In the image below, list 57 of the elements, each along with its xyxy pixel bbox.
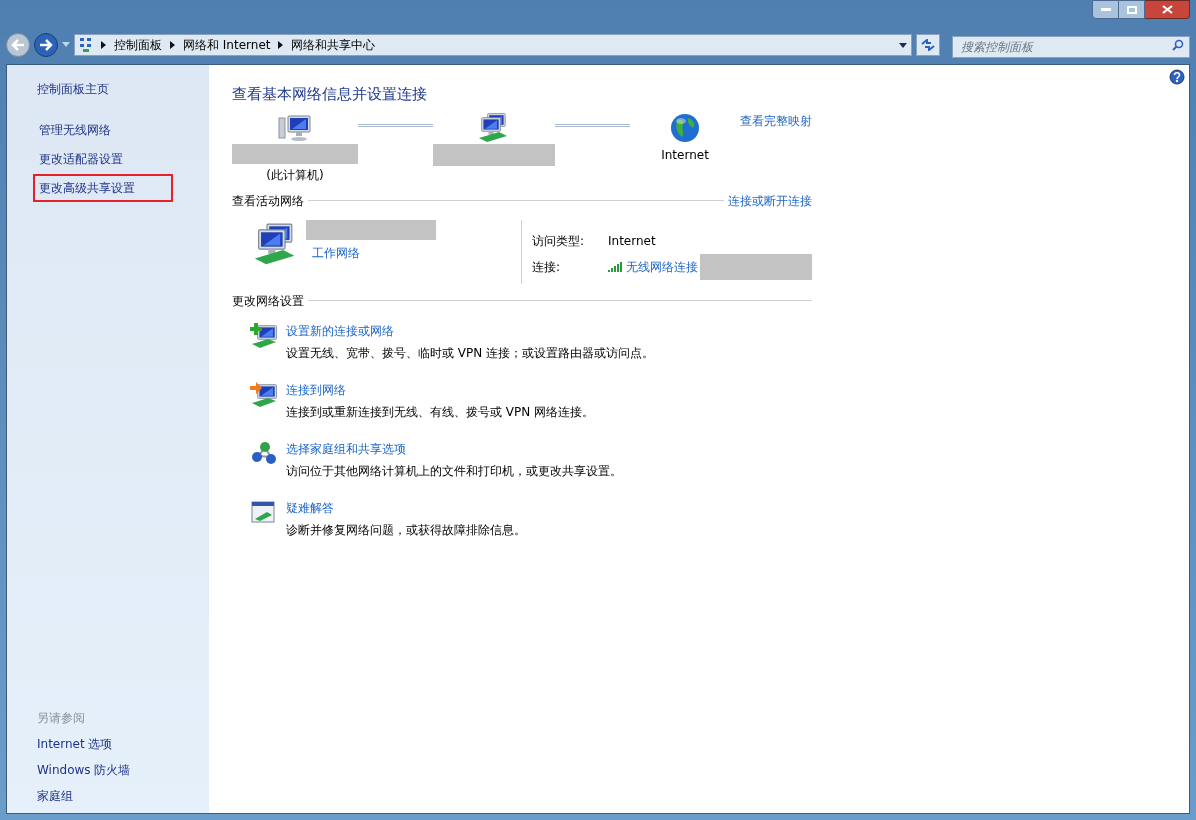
breadcrumb-arrow-icon[interactable] bbox=[170, 41, 175, 49]
dropdown-caret-icon[interactable] bbox=[899, 42, 907, 48]
globe-icon bbox=[669, 111, 702, 144]
breadcrumb-arrow-icon[interactable] bbox=[101, 41, 106, 49]
help-icon[interactable] bbox=[1169, 69, 1185, 85]
task-link[interactable]: 设置新的连接或网络 bbox=[286, 321, 655, 340]
task-description: 连接到或重新连接到无线、有线、拨号或 VPN 网络连接。 bbox=[286, 403, 595, 421]
see-also-link[interactable]: Windows 防火墙 bbox=[37, 761, 209, 779]
sidebar-link[interactable]: 更改适配器设置 bbox=[33, 145, 173, 173]
breadcrumb-item[interactable]: 网络和共享中心 bbox=[291, 36, 376, 54]
see-also-link[interactable]: 家庭组 bbox=[37, 787, 209, 805]
property-value: Internet bbox=[608, 232, 656, 250]
maximize-icon bbox=[1126, 5, 1137, 14]
refresh-button[interactable] bbox=[916, 34, 940, 56]
connect-network-icon bbox=[250, 380, 278, 409]
back-arrow-icon bbox=[11, 39, 25, 51]
task-link[interactable]: 连接到网络 bbox=[286, 380, 595, 399]
search-field[interactable]: 搜索控制面板 bbox=[952, 36, 1190, 58]
back-button[interactable] bbox=[6, 33, 30, 57]
refresh-arrows-icon bbox=[921, 39, 935, 51]
see-also-link[interactable]: Internet 选项 bbox=[37, 735, 209, 753]
minimize-button[interactable] bbox=[1092, 0, 1119, 19]
breadcrumb-arrow-icon[interactable] bbox=[278, 41, 284, 49]
node-caption: Internet bbox=[661, 146, 709, 164]
network-type-link[interactable]: 工作网络 bbox=[312, 243, 436, 262]
section-heading: 更改网络设置 bbox=[232, 292, 304, 310]
close-button[interactable] bbox=[1145, 0, 1190, 19]
close-icon bbox=[1161, 5, 1173, 14]
breadcrumb-item[interactable]: 网络和 Internet bbox=[183, 36, 271, 54]
breadcrumb-item[interactable]: 控制面板 bbox=[114, 36, 162, 54]
sidebar-link[interactable]: 控制面板主页 bbox=[37, 77, 209, 101]
forward-button[interactable] bbox=[34, 33, 58, 57]
task-link[interactable]: 选择家庭组和共享选项 bbox=[286, 439, 622, 458]
forward-arrow-icon bbox=[39, 39, 53, 51]
see-also-heading: 另请参阅 bbox=[37, 710, 86, 727]
task-link[interactable]: 疑难解答 bbox=[286, 498, 526, 517]
maximize-button[interactable] bbox=[1119, 0, 1145, 19]
address-bar[interactable]: 控制面板 网络和 Internet 网络和共享中心 bbox=[74, 34, 912, 56]
sidebar-link[interactable]: 更改高级共享设置 bbox=[33, 174, 173, 202]
sidebar-link[interactable]: 管理无线网络 bbox=[33, 116, 173, 144]
task-description: 设置无线、宽带、拨号、临时或 VPN 连接；或设置路由器或访问点。 bbox=[286, 344, 655, 362]
task-description: 诊断并修复网络问题，或获得故障排除信息。 bbox=[286, 521, 526, 539]
history-dropdown-icon[interactable] bbox=[62, 42, 70, 48]
full-map-link[interactable]: 查看完整映射 bbox=[740, 111, 812, 130]
add-network-icon bbox=[250, 321, 278, 350]
section-heading: 查看活动网络 bbox=[232, 192, 304, 210]
property-label: 访问类型: bbox=[532, 232, 586, 250]
section-link[interactable]: 连接或断开连接 bbox=[728, 191, 812, 210]
control-panel-icon bbox=[79, 37, 93, 53]
search-icon bbox=[1172, 39, 1184, 51]
task-description: 访问位于其他网络计算机上的文件和打印机，或更改共享设置。 bbox=[286, 462, 622, 480]
node-caption: (此计算机) bbox=[266, 166, 324, 184]
minimize-icon bbox=[1100, 7, 1111, 12]
signal-bars-icon bbox=[608, 261, 622, 272]
page-title: 查看基本网络信息并设置连接 bbox=[232, 84, 428, 105]
connection-link[interactable]: 无线网络连接 bbox=[626, 257, 698, 276]
property-label: 连接: bbox=[532, 258, 562, 276]
